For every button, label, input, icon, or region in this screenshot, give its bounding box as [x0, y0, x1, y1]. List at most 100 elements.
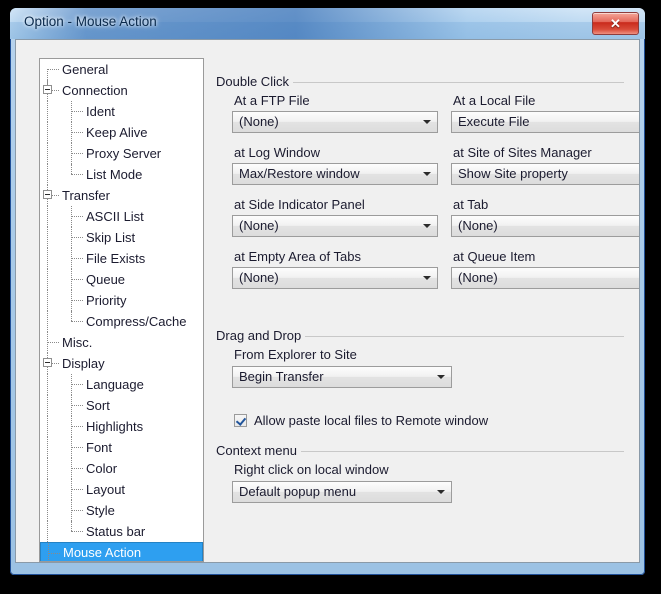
tree-item-transfer[interactable]: Transfer [40, 185, 203, 206]
tree-item-label: Queue [86, 272, 125, 287]
tree-item-general[interactable]: General [40, 59, 203, 80]
chevron-down-icon[interactable] [432, 367, 450, 387]
tree-item-label: Style [86, 503, 115, 518]
label-at-side-indicator-panel: at Side Indicator Panel [234, 197, 365, 212]
combo-at-a-ftp-file[interactable]: (None) [232, 111, 438, 133]
combo-at-side-indicator-panel-value: (None) [239, 216, 279, 236]
label-at-a-local-file: At a Local File [453, 93, 535, 108]
close-button[interactable]: ✕ [592, 12, 639, 35]
tree-item-misc[interactable]: Misc. [40, 332, 203, 353]
tree-item-file-exists[interactable]: File Exists [40, 248, 203, 269]
close-x-icon: ✕ [593, 13, 638, 34]
tree-item-label: Highlights [86, 419, 143, 434]
tree-item-label: Keep Alive [86, 125, 147, 140]
tree-item-label: Misc. [62, 335, 92, 350]
tree-item-status-bar[interactable]: Status bar [40, 521, 203, 542]
tree-item-label: General [62, 62, 108, 77]
label-at-tab: at Tab [453, 197, 488, 212]
tree-item-language[interactable]: Language [40, 374, 203, 395]
tree-item-queue[interactable]: Queue [40, 269, 203, 290]
chevron-down-icon[interactable] [418, 216, 436, 236]
combo-at-queue-item-value: (None) [458, 268, 498, 288]
tree-item-font[interactable]: Font [40, 437, 203, 458]
tree-item-display[interactable]: Display [40, 353, 203, 374]
tree-item-ascii-list[interactable]: ASCII List [40, 206, 203, 227]
checkbox-allow-paste-local-files[interactable]: Allow paste local files to Remote window [234, 411, 488, 429]
tree-item-proxy-server[interactable]: Proxy Server [40, 143, 203, 164]
tree-item-sort[interactable]: Sort [40, 395, 203, 416]
combo-at-site-of-sites-manager-value: Show Site property [458, 164, 568, 184]
combo-at-a-local-file-value: Execute File [458, 112, 530, 132]
label-at-a-ftp-file: At a FTP File [234, 93, 310, 108]
dialog-client-area: General Connection Ident Keep Alive Proxy Se… [15, 39, 640, 563]
tree-item-keep-alive[interactable]: Keep Alive [40, 122, 203, 143]
tree-item-label: Language [86, 377, 144, 392]
tree-item-label: Font [86, 440, 112, 455]
tree-item-label: List Mode [86, 167, 142, 182]
tree-item-label: File Exists [86, 251, 145, 266]
tree-item-layout[interactable]: Layout [40, 479, 203, 500]
label-at-log-window: at Log Window [234, 145, 320, 160]
combo-at-queue-item[interactable]: (None) [451, 267, 640, 289]
tree-item-label: Proxy Server [86, 146, 161, 161]
tree-expander-collapse-icon[interactable] [43, 85, 52, 94]
window-title: Option - Mouse Action [24, 14, 157, 29]
tree-expander-collapse-icon[interactable] [43, 358, 52, 367]
combo-at-side-indicator-panel[interactable]: (None) [232, 215, 438, 237]
chevron-down-icon[interactable] [432, 482, 450, 502]
tree-item-priority[interactable]: Priority [40, 290, 203, 311]
tree-item-style[interactable]: Style [40, 500, 203, 521]
combo-at-empty-area-of-tabs-value: (None) [239, 268, 279, 288]
tree-item-color[interactable]: Color [40, 458, 203, 479]
checkbox-allow-paste-label: Allow paste local files to Remote window [254, 413, 488, 428]
group-context-menu-title: Context menu [214, 443, 301, 458]
tree-item-label: Transfer [62, 188, 110, 203]
tree-item-label: Mouse Action [63, 545, 141, 560]
tree-item-ident[interactable]: Ident [40, 101, 203, 122]
tree-item-label: Ident [86, 104, 115, 119]
group-context-menu: Context menu [214, 451, 624, 452]
tree-item-list-mode[interactable]: List Mode [40, 164, 203, 185]
combo-at-tab-value: (None) [458, 216, 498, 236]
tree-item-highlights[interactable]: Highlights [40, 416, 203, 437]
label-at-queue-item: at Queue Item [453, 249, 535, 264]
group-drag-and-drop-title: Drag and Drop [214, 328, 305, 343]
tree-item-label: Status bar [86, 524, 145, 539]
tree-item-skip-list[interactable]: Skip List [40, 227, 203, 248]
combo-at-log-window-value: Max/Restore window [239, 164, 360, 184]
combo-at-empty-area-of-tabs[interactable]: (None) [232, 267, 438, 289]
title-bar[interactable]: Option - Mouse Action ✕ [10, 8, 645, 39]
tree-item-label: Sort [86, 398, 110, 413]
chevron-down-icon[interactable] [418, 112, 436, 132]
label-from-explorer-to-site: From Explorer to Site [234, 347, 357, 362]
label-right-click-on-local-window: Right click on local window [234, 462, 389, 477]
tree-item-label: Priority [86, 293, 126, 308]
combo-right-click-on-local-window-value: Default popup menu [239, 482, 356, 502]
group-double-click-title: Double Click [214, 74, 293, 89]
label-at-empty-area-of-tabs: at Empty Area of Tabs [234, 249, 361, 264]
chevron-down-icon[interactable] [418, 164, 436, 184]
checkmark-icon[interactable] [234, 414, 247, 427]
settings-tree[interactable]: General Connection Ident Keep Alive Proxy Se… [39, 58, 204, 562]
tree-item-label: Color [86, 461, 117, 476]
tree-expander-collapse-icon[interactable] [43, 190, 52, 199]
label-at-site-of-sites-manager: at Site of Sites Manager [453, 145, 592, 160]
chevron-down-icon[interactable] [418, 268, 436, 288]
tree-item-compress-cache[interactable]: Compress/Cache [40, 311, 203, 332]
combo-at-site-of-sites-manager[interactable]: Show Site property [451, 163, 640, 185]
combo-from-explorer-to-site[interactable]: Begin Transfer [232, 366, 452, 388]
combo-right-click-on-local-window[interactable]: Default popup menu [232, 481, 452, 503]
combo-at-log-window[interactable]: Max/Restore window [232, 163, 438, 185]
combo-from-explorer-to-site-value: Begin Transfer [239, 367, 324, 387]
tree-item-mouse-action[interactable]: Mouse Action [40, 542, 203, 562]
combo-at-tab[interactable]: (None) [451, 215, 640, 237]
combo-at-a-local-file[interactable]: Execute File [451, 111, 640, 133]
tree-item-label: ASCII List [86, 209, 144, 224]
combo-at-a-ftp-file-value: (None) [239, 112, 279, 132]
group-double-click: Double Click [214, 82, 624, 83]
group-drag-and-drop: Drag and Drop [214, 336, 624, 337]
tree-item-connection[interactable]: Connection [40, 80, 203, 101]
tree-item-label: Compress/Cache [86, 314, 186, 329]
tree-item-label: Skip List [86, 230, 135, 245]
tree-item-label: Display [62, 356, 105, 371]
